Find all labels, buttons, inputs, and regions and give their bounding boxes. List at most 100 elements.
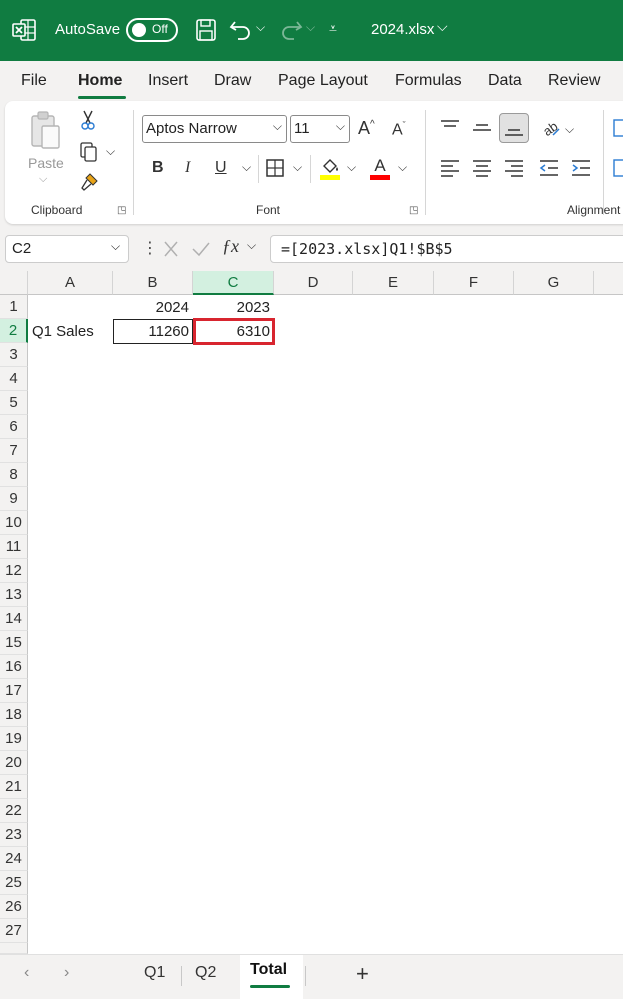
wrap-text-icon[interactable] [612, 118, 623, 138]
font-size-dropdown-icon[interactable]: ⌵ [336, 119, 345, 134]
row-header-18[interactable]: 18 [0, 703, 28, 727]
add-sheet-button[interactable]: + [356, 961, 369, 987]
top-align-icon[interactable] [439, 118, 461, 138]
customize-toolbar-icon[interactable]: ⩡ [329, 20, 337, 37]
increase-font-size-icon[interactable]: A^ [358, 118, 375, 139]
row-header-6[interactable]: 6 [0, 415, 28, 439]
column-header-b[interactable]: B [113, 271, 193, 295]
cell-b2[interactable]: 11260 [113, 319, 193, 344]
row-header-7[interactable]: 7 [0, 439, 28, 463]
tab-data[interactable]: Data [488, 72, 522, 90]
row-header-4[interactable]: 4 [0, 367, 28, 391]
decrease-font-size-icon[interactable]: Aˇ [392, 120, 406, 139]
cell-b1[interactable]: 2024 [114, 296, 192, 320]
paste-icon[interactable] [29, 110, 63, 152]
row-header-2[interactable]: 2 [0, 319, 28, 343]
row-header-25[interactable]: 25 [0, 871, 28, 895]
underline-icon[interactable]: U [215, 159, 227, 177]
copy-icon[interactable] [79, 141, 99, 163]
save-icon[interactable] [195, 18, 217, 42]
formula-bar-dropdown-icon[interactable]: ⌵ [247, 238, 256, 253]
row-header-14[interactable]: 14 [0, 607, 28, 631]
italic-icon[interactable]: I [185, 159, 190, 177]
font-launcher-icon[interactable]: ◳ [409, 205, 418, 216]
fill-color-dropdown-icon[interactable]: ⌵ [347, 160, 356, 175]
row-header-9[interactable]: 9 [0, 487, 28, 511]
orientation-dropdown-icon[interactable]: ⌵ [565, 122, 574, 137]
borders-icon[interactable] [265, 158, 285, 178]
increase-indent-icon[interactable] [570, 158, 592, 178]
sheet-tab-q1[interactable]: Q1 [144, 964, 165, 982]
formula-input[interactable]: =[2023.xlsx]Q1!$B$5 [270, 235, 623, 263]
font-color-dropdown-icon[interactable]: ⌵ [398, 160, 407, 175]
align-center-icon[interactable] [471, 158, 493, 178]
file-name[interactable]: 2024.xlsx [371, 21, 434, 38]
fill-color-icon[interactable] [319, 156, 341, 180]
column-header-f[interactable]: F [434, 271, 514, 295]
row-header-23[interactable]: 23 [0, 823, 28, 847]
underline-dropdown-icon[interactable]: ⌵ [242, 160, 251, 175]
cut-icon[interactable] [80, 110, 96, 130]
select-all-corner[interactable] [0, 271, 28, 295]
cell-a2[interactable]: Q1 Sales [30, 320, 115, 344]
decrease-indent-icon[interactable] [538, 158, 560, 178]
sheet-tab-q2[interactable]: Q2 [195, 964, 216, 982]
borders-dropdown-icon[interactable]: ⌵ [293, 160, 302, 175]
name-box-dropdown-icon[interactable]: ⌵ [111, 239, 120, 254]
row-header-15[interactable]: 15 [0, 631, 28, 655]
undo-icon[interactable] [229, 18, 253, 40]
font-name-combo[interactable]: Aptos Narrow ⌵ [142, 115, 287, 143]
undo-dropdown-icon[interactable]: ⌵ [256, 20, 265, 35]
format-painter-icon[interactable] [79, 172, 99, 192]
filename-chevron-icon[interactable]: ⌵ [437, 18, 448, 35]
paste-label[interactable]: Paste [28, 155, 64, 171]
spreadsheet-grid[interactable]: ABCDEFG 1 2 3 4 5 6 7 8 9 10 11 12 13 14 15 16 17 18 19 20 2… [0, 271, 623, 954]
row-header-17[interactable]: 17 [0, 679, 28, 703]
tab-page-layout[interactable]: Page Layout [278, 72, 368, 90]
row-header-20[interactable]: 20 [0, 751, 28, 775]
orientation-icon[interactable]: ab [539, 117, 561, 139]
row-header-5[interactable]: 5 [0, 391, 28, 415]
scroll-tabs-left-icon[interactable]: ‹ [24, 964, 29, 982]
tab-review[interactable]: Review [548, 72, 600, 90]
row-header-24[interactable]: 24 [0, 847, 28, 871]
row-header-19[interactable]: 19 [0, 727, 28, 751]
column-header-a[interactable]: A [28, 271, 113, 295]
cell-c2[interactable]: 6310 [196, 320, 272, 344]
name-box[interactable]: C2 ⌵ [5, 235, 129, 263]
row-header-1[interactable]: 1 [0, 295, 28, 319]
row-header-21[interactable]: 21 [0, 775, 28, 799]
row-header-partial[interactable] [0, 943, 28, 954]
align-right-icon[interactable] [503, 158, 525, 178]
tab-draw[interactable]: Draw [214, 72, 251, 90]
column-header-g[interactable]: G [514, 271, 594, 295]
clipboard-launcher-icon[interactable]: ◳ [117, 205, 126, 216]
row-header-22[interactable]: 22 [0, 799, 28, 823]
merge-center-icon[interactable] [612, 158, 623, 178]
tab-formulas[interactable]: Formulas [395, 72, 462, 90]
row-header-11[interactable]: 11 [0, 535, 28, 559]
sheet-tab-total[interactable]: Total [250, 961, 287, 979]
copy-dropdown-icon[interactable]: ⌵ [106, 144, 115, 159]
bottom-align-icon[interactable] [503, 118, 525, 140]
middle-align-icon[interactable] [471, 118, 493, 138]
tab-file[interactable]: File [21, 72, 47, 90]
font-size-combo[interactable]: 11 ⌵ [290, 115, 350, 143]
column-header-partial[interactable] [594, 271, 623, 295]
row-header-3[interactable]: 3 [0, 343, 28, 367]
scroll-tabs-right-icon[interactable]: › [64, 964, 69, 982]
font-name-dropdown-icon[interactable]: ⌵ [273, 119, 282, 134]
row-header-12[interactable]: 12 [0, 559, 28, 583]
column-header-d[interactable]: D [274, 271, 353, 295]
row-header-27[interactable]: 27 [0, 919, 28, 943]
insert-function-icon[interactable]: ƒx [222, 236, 239, 257]
bold-icon[interactable]: B [152, 159, 164, 177]
tab-insert[interactable]: Insert [148, 72, 188, 90]
autosave-toggle[interactable]: Off [126, 18, 178, 42]
column-header-e[interactable]: E [353, 271, 434, 295]
row-header-13[interactable]: 13 [0, 583, 28, 607]
tab-home[interactable]: Home [78, 72, 122, 90]
row-header-16[interactable]: 16 [0, 655, 28, 679]
font-color-icon[interactable]: A [369, 156, 391, 180]
cell-c1[interactable]: 2023 [194, 296, 273, 320]
